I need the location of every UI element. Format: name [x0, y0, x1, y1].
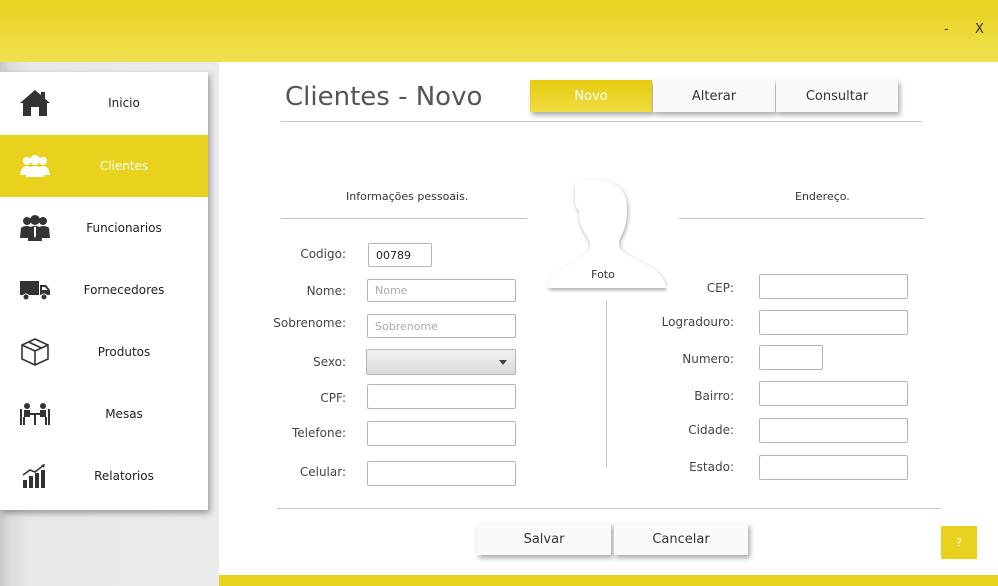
sidebar-item-label: Funcionarios — [86, 221, 162, 235]
sidebar-item-label: Fornecedores — [83, 283, 165, 297]
codigo-label: Codigo: — [300, 247, 346, 261]
bairro-label: Bairro: — [694, 389, 734, 403]
sobrenome-field[interactable]: Sobrenome — [367, 314, 516, 338]
sidebar-item-label: Relatorios — [94, 469, 154, 483]
bairro-field[interactable] — [759, 381, 908, 406]
cep-field[interactable] — [759, 274, 908, 299]
telefone-label: Telefone: — [292, 426, 346, 440]
logradouro-field[interactable] — [759, 310, 908, 335]
cancel-button[interactable]: Cancelar — [614, 523, 748, 555]
nome-label: Nome: — [306, 284, 346, 298]
estado-field[interactable] — [759, 455, 908, 480]
bottom-accent-bar — [219, 575, 998, 586]
divider — [281, 218, 527, 219]
close-button[interactable]: X — [975, 22, 984, 37]
cpf-field[interactable] — [367, 384, 516, 409]
sidebar-item-label: Produtos — [97, 345, 151, 359]
celular-field[interactable] — [367, 461, 516, 486]
tab-alterar[interactable]: Alterar — [653, 80, 775, 112]
cidade-label: Cidade: — [688, 423, 734, 437]
page-title: Clientes - Novo — [285, 82, 483, 112]
sidebar-item-funcionarios[interactable]: Funcionarios — [0, 197, 208, 259]
sidebar-item-label: Inicio — [108, 96, 140, 110]
divider — [606, 300, 607, 468]
save-button[interactable]: Salvar — [477, 523, 611, 555]
tab-consultar[interactable]: Consultar — [776, 80, 898, 112]
divider — [277, 508, 941, 509]
tab-novo[interactable]: Novo — [530, 80, 652, 112]
cidade-field[interactable] — [759, 418, 908, 443]
numero-field[interactable] — [759, 345, 823, 370]
cep-label: CEP: — [706, 281, 734, 295]
divider — [281, 121, 922, 122]
sidebar-item-mesas[interactable]: Mesas — [0, 383, 208, 445]
sidebar-item-inicio[interactable]: Inicio — [0, 72, 208, 134]
title-bar — [0, 0, 998, 62]
sidebar-item-label: Clientes — [99, 159, 149, 173]
sexo-select[interactable] — [366, 349, 516, 375]
help-button[interactable]: ? — [941, 526, 977, 559]
address-title: Endereço. — [795, 190, 850, 203]
numero-label: Numero: — [682, 352, 734, 366]
sidebar-item-relatorios[interactable]: Relatorios — [0, 445, 208, 507]
divider — [679, 218, 925, 219]
sidebar-item-produtos[interactable]: Produtos — [0, 321, 208, 383]
sobrenome-label: Sobrenome: — [273, 316, 346, 330]
minimize-button[interactable]: - — [944, 22, 949, 37]
nome-field[interactable]: Nome — [367, 279, 516, 302]
sidebar-item-fornecedores[interactable]: Fornecedores — [0, 259, 208, 321]
sidebar-item-clientes[interactable]: Clientes — [0, 135, 208, 197]
sidebar: Inicio Clientes Funcionarios Fornecedore… — [0, 72, 208, 510]
photo-label: Foto — [591, 268, 615, 281]
chevron-down-icon — [499, 360, 507, 365]
telefone-field[interactable] — [367, 421, 516, 446]
codigo-field[interactable]: 00789 — [368, 243, 432, 267]
personal-info-title: Informações pessoais. — [346, 190, 469, 203]
estado-label: Estado: — [689, 460, 734, 474]
sidebar-item-label: Mesas — [105, 407, 143, 421]
cpf-label: CPF: — [320, 391, 346, 405]
celular-label: Celular: — [299, 465, 346, 479]
logradouro-label: Logradouro: — [661, 315, 734, 329]
sexo-label: Sexo: — [313, 355, 346, 369]
